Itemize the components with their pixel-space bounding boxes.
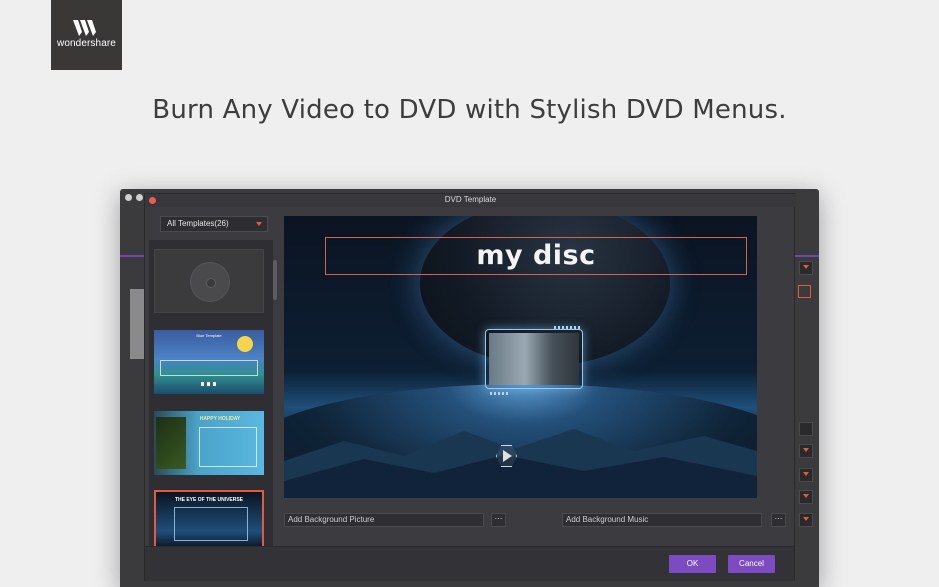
template-filter-label: All Templates(26) [167,219,229,228]
chevron-down-icon [803,265,809,269]
logo-wordmark: wondershare [57,38,116,49]
background-dropdown [799,444,813,458]
play-icon [503,450,512,462]
page-dots-icon [201,382,217,386]
background-dropdown [799,468,813,482]
disc-icon [190,262,230,302]
chevron-down-icon [803,448,809,452]
window-dot-icon [125,194,132,201]
background-dropdown [799,513,813,527]
template-list-scrollbar[interactable] [273,260,277,300]
template-item-blue[interactable]: Blue Template [154,330,264,394]
more-icon: ⋯ [494,514,503,523]
accent-strip [120,255,144,257]
wondershare-logo: wondershare [51,0,122,70]
video-thumbnail-frame[interactable] [485,329,583,389]
thumbnail-slots [199,427,257,467]
chevron-down-icon [803,472,809,476]
mountains-image [284,429,757,498]
frame-decoration [490,392,510,395]
accent-strip [795,255,819,257]
template-sidebar: All Templates(26) Blue Template HAPPY HO… [149,210,277,546]
dialog-footer: OK Cancel [145,546,794,581]
disc-title-box[interactable]: my disc [325,237,747,275]
template-filter-dropdown[interactable]: All Templates(26) [160,216,268,232]
chevron-down-icon [803,494,809,498]
page-headline: Burn Any Video to DVD with Stylish DVD M… [152,95,787,125]
template-item-label: THE EYE OF THE UNIVERSE [174,497,244,503]
browse-music-button[interactable]: ⋯ [771,513,786,527]
window-dot-icon [136,194,143,201]
palm-tree-icon [156,417,186,469]
template-item-label: HAPPY HOLIDAY [199,416,241,422]
background-music-label: Add Background Music [566,515,649,524]
template-list: Blue Template HAPPY HOLIDAY THE EYE OF T… [149,240,273,546]
template-item-blank[interactable] [154,249,264,313]
template-item-label: Blue Template [196,333,222,338]
video-thumbnail [489,333,579,385]
more-icon: ⋯ [774,514,783,523]
background-dropdown [799,261,813,275]
background-field [799,422,813,436]
background-picture-label: Add Background Picture [288,515,375,524]
background-thumbnail [130,289,144,359]
background-picture-field[interactable]: Add Background Picture [284,513,484,527]
browse-picture-button[interactable]: ⋯ [491,513,506,527]
background-dropdown [799,490,813,504]
thumbnail-slots [160,360,258,376]
thumbnail-slots [174,507,248,541]
chevron-down-icon [256,222,262,226]
chevron-down-icon [803,517,809,521]
aspect-icon [798,285,811,298]
cancel-button[interactable]: Cancel [728,555,775,573]
sun-icon [237,336,253,352]
ok-button[interactable]: OK [669,555,716,573]
dialog-titlebar: DVD Template [145,194,796,207]
template-item-eye-of-universe[interactable]: THE EYE OF THE UNIVERSE [154,490,264,546]
wondershare-logo-icon [73,20,96,36]
dvd-menu-preview: my disc [284,216,757,498]
template-item-happy-holiday[interactable]: HAPPY HOLIDAY [154,411,264,475]
dialog-title: DVD Template [444,195,497,204]
background-music-field[interactable]: Add Background Music [562,513,762,527]
dvd-template-dialog: DVD Template All Templates(26) Blue Temp… [144,193,796,581]
